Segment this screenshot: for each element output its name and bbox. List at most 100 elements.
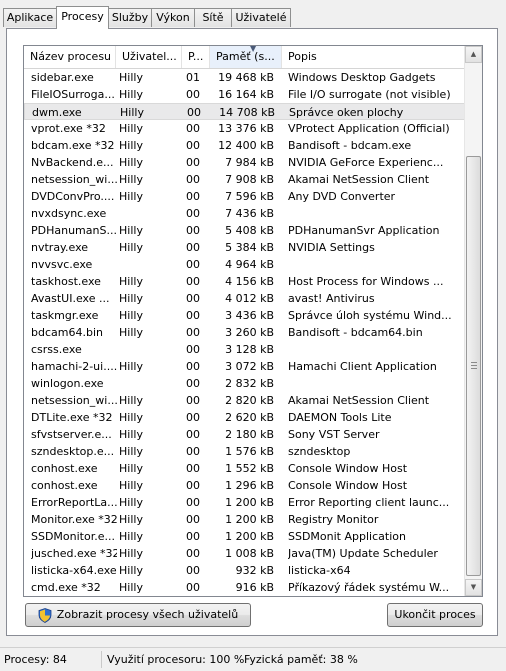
tab-uzivatele[interactable]: Uživatelé	[231, 8, 291, 27]
process-description: Bandisoft - bdcam64.bin	[288, 326, 423, 339]
process-memory: 3 260 kB	[225, 326, 274, 339]
column-process-name[interactable]: Název procesu	[24, 46, 116, 68]
process-user: Hilly	[119, 547, 143, 560]
process-row[interactable]: DTLite.exe *32 Hilly 00 2 620 kB DAEMON Tool…	[24, 409, 467, 426]
process-user: Hilly	[119, 156, 143, 169]
process-row[interactable]: SSDMonitor.e... Hilly 00 1 200 kB SSDMonit A…	[24, 528, 467, 545]
process-row[interactable]: taskhost.exe Hilly 00 4 156 kB Host Process …	[24, 273, 467, 290]
process-cpu: 01	[186, 71, 200, 84]
process-row[interactable]: listicka-x64.exe Hilly 00 932 kB listicka-x6…	[24, 562, 467, 579]
process-memory: 7 984 kB	[225, 156, 274, 169]
process-description: Správce úloh systému Wind...	[288, 309, 452, 322]
process-row[interactable]: taskmgr.exe Hilly 00 3 436 kB Správce úloh s…	[24, 307, 467, 324]
tab-site[interactable]: Sítě	[194, 8, 232, 27]
scrollbar-thumb[interactable]	[466, 156, 481, 576]
process-row[interactable]: jusched.exe *32 Hilly 00 1 008 kB Java(TM) U…	[24, 545, 467, 562]
process-memory: 3 072 kB	[225, 360, 274, 373]
process-description: PDHanumanSvr Application	[288, 224, 440, 237]
process-row[interactable]: sidebar.exe Hilly 01 19 468 kB Windows Deskt…	[24, 69, 467, 86]
scroll-up-icon[interactable]: ▲	[465, 46, 482, 63]
column-user[interactable]: Uživatel...	[116, 46, 182, 68]
process-row[interactable]: DVDConvPro.... Hilly 00 7 596 kB Any DVD Con…	[24, 188, 467, 205]
process-user: Hilly	[119, 428, 143, 441]
process-row[interactable]: sfvstserver.e... Hilly 00 2 180 kB Sony VST …	[24, 426, 467, 443]
process-memory: 16 164 kB	[218, 88, 274, 101]
column-cpu[interactable]: P...	[182, 46, 210, 68]
process-cpu: 00	[186, 241, 200, 254]
process-row[interactable]: hamachi-2-ui.... Hilly 00 3 072 kB Hamachi C…	[24, 358, 467, 375]
process-memory: 1 008 kB	[225, 547, 274, 560]
tab-sluzby[interactable]: Služby	[108, 8, 152, 27]
vertical-scrollbar[interactable]: ▲ ▼	[464, 46, 482, 596]
process-memory: 5 408 kB	[225, 224, 274, 237]
process-row[interactable]: AvastUI.exe ... Hilly 00 4 012 kB avast! Ant…	[24, 290, 467, 307]
process-row[interactable]: Monitor.exe *32 Hilly 00 1 200 kB Registry M…	[24, 511, 467, 528]
process-row[interactable]: dwm.exe Hilly 00 14 708 kB Správce oken ploc…	[24, 103, 467, 120]
process-user: Hilly	[119, 224, 143, 237]
process-row[interactable]: netsession_wi... Hilly 00 2 820 kB Akamai Ne…	[24, 392, 467, 409]
process-description: NVIDIA Settings	[288, 241, 375, 254]
process-memory: 4 156 kB	[225, 275, 274, 288]
process-row[interactable]: NvBackend.e... Hilly 00 7 984 kB NVIDIA GeFo…	[24, 154, 467, 171]
process-row[interactable]: conhost.exe Hilly 00 1 296 kB Console Window…	[24, 477, 467, 494]
process-memory: 2 620 kB	[225, 411, 274, 424]
process-user: Hilly	[119, 411, 143, 424]
process-name: SSDMonitor.e...	[31, 530, 115, 543]
process-row[interactable]: netsession_wi... Hilly 00 7 908 kB Akamai Ne…	[24, 171, 467, 188]
process-cpu: 00	[186, 428, 200, 441]
process-description	[288, 205, 466, 222]
process-cpu: 00	[186, 139, 200, 152]
end-process-button[interactable]: Ukončit proces	[387, 603, 483, 627]
process-row[interactable]: bdcam64.bin Hilly 00 3 260 kB Bandisoft - bd…	[24, 324, 467, 341]
process-row[interactable]: FileIOSurroga... Hilly 00 16 164 kB File I/O…	[24, 86, 467, 103]
process-memory: 12 400 kB	[218, 139, 274, 152]
process-memory: 932 kB	[235, 564, 274, 577]
process-cpu: 00	[186, 343, 200, 356]
process-list[interactable]: Název procesu Uživatel... P... ▼ Paměť (…	[23, 45, 483, 597]
process-name: winlogon.exe	[31, 377, 104, 390]
process-cpu: 00	[186, 309, 200, 322]
process-name: bdcam64.bin	[31, 326, 103, 339]
process-cpu: 00	[186, 275, 200, 288]
process-row[interactable]: conhost.exe Hilly 00 1 552 kB Console Window…	[24, 460, 467, 477]
process-description	[288, 375, 466, 392]
column-memory[interactable]: ▼ Paměť (s...	[210, 46, 282, 68]
process-row[interactable]: nvvsvc.exe 00 4 964 kB	[24, 256, 467, 273]
process-row[interactable]: bdcam.exe *32 Hilly 00 12 400 kB Bandisoft -…	[24, 137, 467, 154]
process-name: nvvsvc.exe	[31, 258, 93, 271]
process-user: Hilly	[119, 530, 143, 543]
process-name: jusched.exe *32	[31, 547, 117, 560]
process-cpu: 00	[186, 88, 200, 101]
process-cpu: 00	[186, 462, 200, 475]
process-user: Hilly	[119, 564, 143, 577]
process-cpu: 00	[186, 173, 200, 186]
tab-aplikace[interactable]: Aplikace	[3, 8, 57, 27]
scroll-down-icon[interactable]: ▼	[465, 579, 482, 596]
show-all-processes-button[interactable]: Zobrazit procesy všech uživatelů	[25, 603, 251, 627]
process-name: conhost.exe	[31, 479, 98, 492]
process-row[interactable]: csrss.exe 00 3 128 kB	[24, 341, 467, 358]
process-row[interactable]: cmd.exe *32 Hilly 00 916 kB Příkazový řádek …	[24, 579, 467, 596]
process-row[interactable]: szndesktop.e... Hilly 00 1 576 kB szndesktop	[24, 443, 467, 460]
column-description[interactable]: Popis	[282, 46, 467, 68]
process-cpu: 00	[186, 411, 200, 424]
process-row[interactable]: winlogon.exe 00 2 832 kB	[24, 375, 467, 392]
process-row[interactable]: vprot.exe *32 Hilly 00 13 376 kB VProtect Ap…	[24, 120, 467, 137]
process-memory: 1 296 kB	[225, 479, 274, 492]
process-user: Hilly	[119, 360, 143, 373]
process-description: File I/O surrogate (not visible)	[288, 88, 451, 101]
process-description: DAEMON Tools Lite	[288, 411, 392, 424]
process-row[interactable]: nvxdsync.exe 00 7 436 kB	[24, 205, 467, 222]
tab-vykon[interactable]: Výkon	[151, 8, 195, 27]
process-name: netsession_wi...	[31, 173, 117, 186]
process-name: DTLite.exe *32	[31, 411, 113, 424]
process-cpu: 00	[186, 513, 200, 526]
process-name: taskmgr.exe	[31, 309, 99, 322]
process-memory: 2 180 kB	[225, 428, 274, 441]
process-description	[288, 256, 466, 273]
process-row[interactable]: PDHanumanS... Hilly 00 5 408 kB PDHanumanSvr…	[24, 222, 467, 239]
tab-procesy[interactable]: Procesy	[56, 6, 109, 29]
process-user	[119, 375, 181, 392]
process-row[interactable]: nvtray.exe Hilly 00 5 384 kB NVIDIA Settings	[24, 239, 467, 256]
process-row[interactable]: ErrorReportLa... Hilly 00 1 200 kB Error Rep…	[24, 494, 467, 511]
